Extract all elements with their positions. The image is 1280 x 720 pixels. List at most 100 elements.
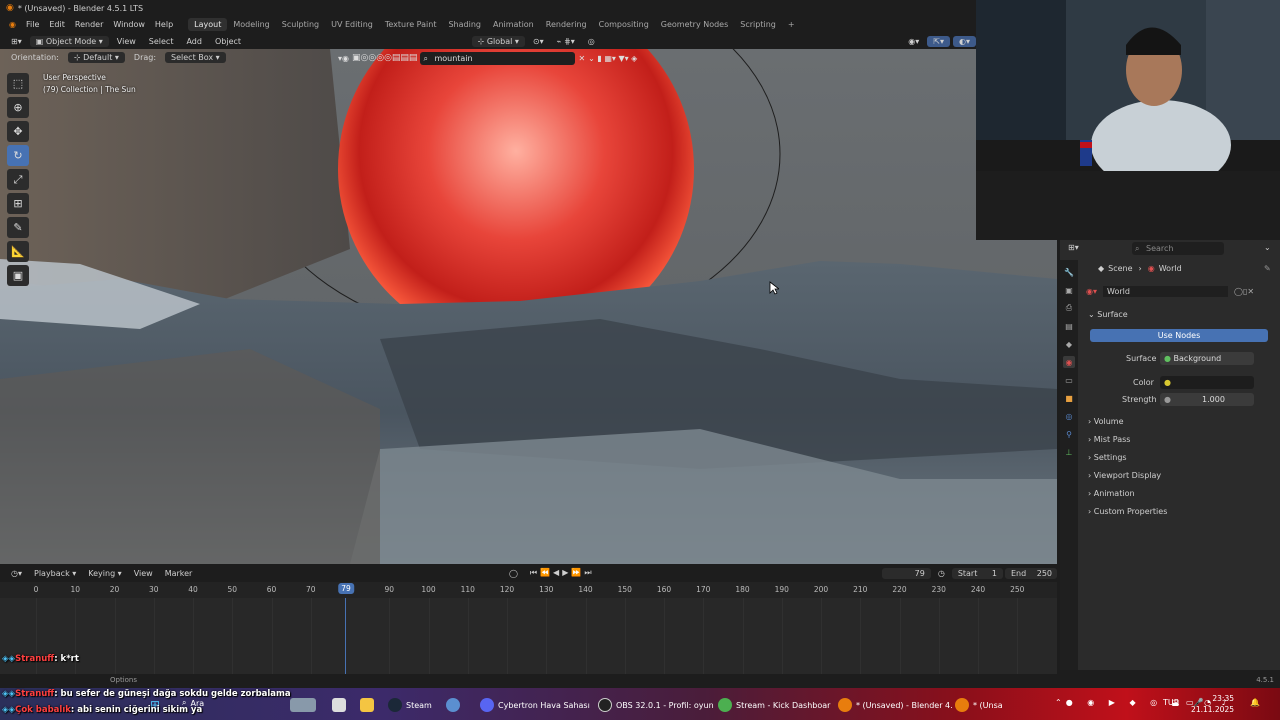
current-frame-field[interactable]: 79 [881,567,931,579]
taskbar-item-discord[interactable]: Cybertron Hava Sahası [480,698,590,712]
overlay-toggle-icon[interactable]: ◐▾ [953,35,976,47]
menu-render[interactable]: Render [70,20,108,29]
properties-editor-type-icon[interactable]: ⊞▾ [1068,243,1079,252]
menu-window[interactable]: Window [108,20,150,29]
transform-tool-icon[interactable]: ⊞ [7,193,29,214]
world-tab-icon[interactable]: ◉ [1063,356,1075,368]
tool-tab-icon[interactable]: 🔧 [1063,266,1075,278]
pivot-icon[interactable]: ⊙▾ [528,36,549,47]
pin-icon[interactable]: ✎ [1264,264,1271,273]
taskbar-item-blender-2[interactable]: * (Unsa [955,698,1003,712]
taskbar-item-blender[interactable]: * (Unsaved) - Blender 4. [838,698,953,712]
animation-panel[interactable]: › Animation [1088,489,1135,498]
language-indicator[interactable]: TUR [1163,698,1179,707]
editor-type-icon[interactable]: ⊞▾ [6,36,27,47]
datablock-actions-icon[interactable]: ◯▯✕ [1234,287,1254,296]
volume-panel[interactable]: › Volume [1088,417,1124,426]
surface-shader-field[interactable]: ● Background [1160,352,1254,365]
view-layer-tab-icon[interactable]: ▤ [1063,320,1075,332]
task-view-icon[interactable] [332,698,346,712]
drag-dropdown[interactable]: Select Box ▾ [165,52,226,63]
custom-properties-panel[interactable]: › Custom Properties [1088,507,1167,516]
data-tab-icon[interactable]: ⊥ [1063,446,1075,458]
use-nodes-button[interactable]: Use Nodes [1090,329,1268,342]
cursor-tool-icon[interactable]: ⊕ [7,97,29,118]
object-tab-icon[interactable]: ■ [1063,392,1075,404]
file-explorer-icon[interactable] [360,698,374,712]
workspace-tab-sculpting[interactable]: Sculpting [276,18,325,31]
outliner-search-field[interactable]: ⌕ mountain [420,51,576,65]
surface-panel-header[interactable]: ⌄ Surface [1088,310,1128,319]
workspace-tab-layout[interactable]: Layout [188,18,228,31]
workspace-tab-modeling[interactable]: Modeling [227,18,275,31]
workspace-tab-shading[interactable]: Shading [442,18,487,31]
settings-panel[interactable]: › Settings [1088,453,1127,462]
menu-help[interactable]: Help [150,20,178,29]
snap-icon[interactable]: ⌁ ⋕▾ [552,36,580,47]
output-tab-icon[interactable]: ⎙ [1063,302,1075,314]
record-icon[interactable]: ◯ [504,568,523,579]
keying-menu[interactable]: Keying ▾ [83,568,126,579]
playback-controls-icon[interactable]: ⏮⏪◀▶⏩⏭ [525,567,600,579]
strength-field[interactable]: ● 1.000 [1160,393,1254,406]
measure-tool-icon[interactable]: 📐 [7,241,29,262]
select-mode-icons[interactable]: ▣◎◎◎◎▤▤▤ [352,53,417,63]
select-menu[interactable]: Select [144,36,179,47]
orientation-dropdown[interactable]: ⊹ Default ▾ [67,52,125,63]
properties-options-icon[interactable]: ⌄ [1264,243,1271,252]
physics-tab-icon[interactable]: ◎ [1063,410,1075,422]
taskbar-item-obs[interactable]: OBS 32.0.1 - Profil: oyun [598,698,714,712]
workspace-tab-texture-paint[interactable]: Texture Paint [379,18,443,31]
constraints-tab-icon[interactable]: ⚲ [1063,428,1075,440]
timeline-editor-icon[interactable]: ◷▾ [6,568,27,579]
move-tool-icon[interactable]: ✥ [7,121,29,142]
start-frame-field[interactable]: Start 1 [951,567,1003,579]
settings-app-icon[interactable] [446,698,460,712]
world-datablock-row[interactable]: ◉▾ World ◯▯✕ [1086,286,1254,297]
mode-dropdown[interactable]: ▣ Object Mode ▾ [29,35,109,47]
timeline-ruler[interactable]: 0 10 20 30 40 50 60 70 90 100 110 120 130 140 150 160 17… [0,582,1057,598]
clock-icon[interactable]: ◷ [933,568,950,579]
end-frame-field[interactable]: End 250 [1005,567,1057,579]
viewport-display-panel[interactable]: › Viewport Display [1088,471,1161,480]
menu-edit[interactable]: Edit [44,20,70,29]
notification-icon[interactable]: 🔔 [1250,698,1260,707]
view-menu[interactable]: View [129,568,158,579]
proportional-edit-icon[interactable]: ◎ [583,36,600,47]
3d-viewport[interactable] [0,49,1057,564]
workspace-tab-rendering[interactable]: Rendering [540,18,593,31]
collection-tab-icon[interactable]: ▭ [1063,374,1075,386]
marker-menu[interactable]: Marker [160,568,198,579]
playback-menu[interactable]: Playback ▾ [29,568,81,579]
select-box-tool-icon[interactable]: ⬚ [7,73,29,94]
rotate-tool-icon[interactable]: ↻ [7,145,29,166]
playhead-frame-indicator[interactable]: 79 [338,583,354,594]
blender-menu-icon[interactable]: ◉ [4,20,21,29]
filter-icon[interactable]: ▾◉ [338,54,349,63]
workspace-tab-compositing[interactable]: Compositing [593,18,655,31]
transform-orientation-dropdown[interactable]: ⊹ Global ▾ [471,35,525,47]
menu-file[interactable]: File [21,20,44,29]
workspace-tab-scripting[interactable]: Scripting [734,18,782,31]
annotate-tool-icon[interactable]: ✎ [7,217,29,238]
workspace-tab-animation[interactable]: Animation [487,18,540,31]
workspace-tab-geometry-nodes[interactable]: Geometry Nodes [655,18,734,31]
taskbar-item-steam[interactable]: Steam [388,698,432,712]
add-menu[interactable]: Add [181,36,207,47]
properties-search-field[interactable]: ⌕ Search [1132,242,1224,255]
scene-tab-icon[interactable]: ◆ [1063,338,1075,350]
view-menu[interactable]: View [112,36,141,47]
workspace-tab-uv-editing[interactable]: UV Editing [325,18,379,31]
add-workspace-button[interactable]: + [782,18,801,31]
view-options-icons[interactable]: ⌄ ▮ ▦▾ ▼▾ ◈ [588,54,637,63]
render-tab-icon[interactable]: ▣ [1063,284,1075,296]
playhead-line[interactable] [345,598,346,674]
object-menu[interactable]: Object [210,36,246,47]
mist-pass-panel[interactable]: › Mist Pass [1088,435,1130,444]
color-field[interactable]: ● [1160,376,1254,389]
taskbar-item-chrome[interactable]: Stream - Kick Dashboar [718,698,830,712]
visibility-icon[interactable]: ◉▾ [903,36,924,47]
clear-search-icon[interactable]: ✕ [578,54,585,63]
taskbar-clock[interactable]: 23:35 21.11.2025 [1191,693,1234,715]
add-cube-tool-icon[interactable]: ▣ [7,265,29,286]
